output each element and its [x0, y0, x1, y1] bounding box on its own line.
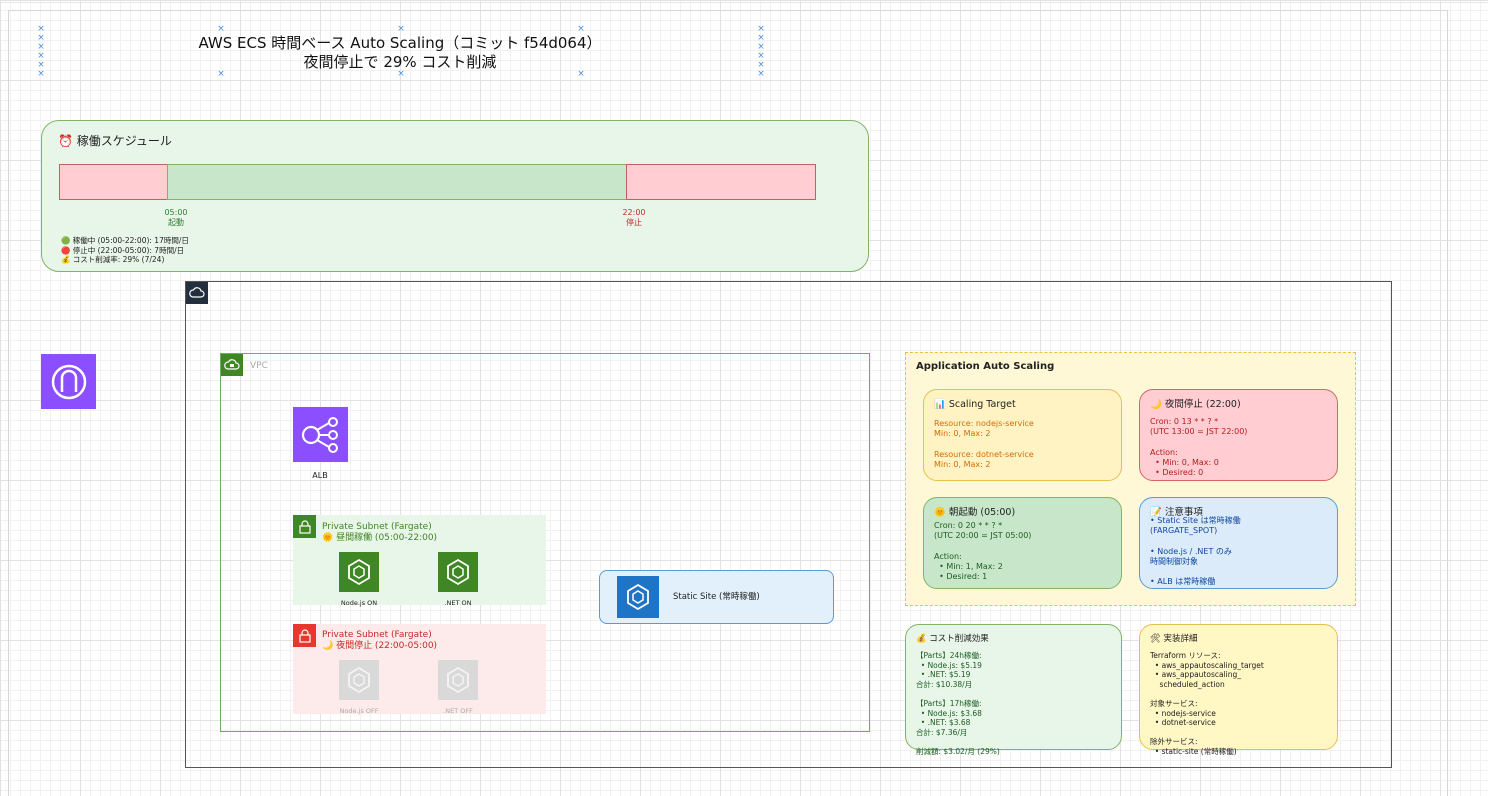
dotnet-off-label: .NET OFF: [443, 707, 473, 715]
night-stop-header: 🌙 夜間停止 (22:00): [1150, 399, 1241, 410]
morning-start-body: Cron: 0 20 * * ? * (UTC 20:00 = JST 05:00…: [934, 521, 1032, 582]
implementation-card[interactable]: 🛠 実装詳細 Terraform リソース: • aws_appautoscal…: [1139, 624, 1338, 756]
subnet-day-title: Private Subnet (Fargate) 🌞 昼間稼働 (05:00-2…: [322, 522, 437, 544]
static-site-icon: [617, 576, 659, 618]
legend-stopped: 🔴 停止中 (22:00-05:00): 7時間/日: [61, 245, 185, 255]
stopped-bar-early[interactable]: [59, 164, 168, 200]
cost-body: 【Parts】24h稼働: • Node.js: $5.19 • .NET: $…: [916, 651, 1000, 756]
schedule-legend: 🟢 稼働中 (05:00-22:00): 17時間/日 🔴 停止中 (22:00…: [61, 236, 189, 265]
nodejs-task-off-icon[interactable]: [339, 660, 379, 700]
diagram-title[interactable]: AWS ECS 時間ベース Auto Scaling（コミット f54d064）…: [150, 34, 650, 72]
start-label: 起動: [168, 218, 184, 227]
stopped-bar-late[interactable]: [626, 164, 816, 200]
impl-header: 🛠 実装詳細: [1150, 634, 1198, 644]
lock-icon: [293, 624, 316, 647]
lock-icon: [293, 515, 316, 538]
top-divider: [0, 2, 1488, 3]
subnet-day-name: Private Subnet (Fargate): [322, 522, 432, 532]
morning-start-card[interactable]: 🌞 朝起動 (05:00) Cron: 0 20 * * ? * (UTC 20:…: [923, 497, 1122, 589]
vpc-label: VPC: [250, 361, 268, 371]
cost-header: 💰 コスト削減効果: [916, 634, 989, 644]
title-line-2: 夜間停止で 29% コスト削減: [303, 53, 497, 71]
title-line-1: AWS ECS 時間ベース Auto Scaling（コミット f54d064）: [198, 34, 602, 52]
alb-label: ALB: [312, 471, 328, 480]
notes-body: • Static Site は常時稼働 (FARGATE_SPOT) • Node.…: [1150, 516, 1241, 587]
legend-running: 🟢 稼働中 (05:00-22:00): 17時間/日: [61, 236, 189, 245]
alb-icon[interactable]: [293, 407, 348, 462]
impl-body: Terraform リソース: • aws_appautoscaling_tar…: [1150, 651, 1264, 756]
stop-marker: 22:00 停止: [614, 208, 654, 228]
subnet-night-name: Private Subnet (Fargate): [322, 630, 432, 640]
subnet-night-subtitle: 🌙 夜間停止 (22:00-05:00): [322, 641, 438, 651]
notes-card[interactable]: 📝 注意事項 • Static Site は常時稼働 (FARGATE_SPOT)…: [1139, 497, 1338, 589]
dotnet-task-on-icon[interactable]: [438, 552, 478, 592]
schedule-header: ⏰ 稼働スケジュール: [58, 134, 172, 148]
stop-label: 停止: [626, 218, 642, 227]
night-stop-card[interactable]: 🌙 夜間停止 (22:00) Cron: 0 13 * * ? * (UTC 13…: [1139, 389, 1338, 481]
nodejs-off-label: Node.js OFF: [339, 707, 379, 715]
internet-gateway-icon[interactable]: [41, 354, 96, 409]
scaling-target-card[interactable]: 📊 Scaling Target Resource: nodejs-servic…: [923, 389, 1122, 481]
nodejs-task-on-icon[interactable]: [339, 552, 379, 592]
vpc-icon: [221, 354, 243, 376]
nodejs-on-label: Node.js ON: [340, 599, 378, 607]
stop-time: 22:00: [622, 208, 646, 217]
subnet-day-subtitle: 🌞 昼間稼働 (05:00-22:00): [322, 533, 438, 543]
running-bar[interactable]: [167, 164, 627, 200]
morning-start-header: 🌞 朝起動 (05:00): [934, 507, 1016, 518]
cost-savings-card[interactable]: 💰 コスト削減効果 【Parts】24h稼働: • Node.js: $5.19…: [905, 624, 1122, 756]
start-time: 05:00: [164, 208, 188, 217]
legend-savings: 💰 コスト削減率: 29% (7/24): [61, 255, 165, 265]
scaling-target-body: Resource: nodejs-service Min: 0, Max: 2 Re…: [934, 419, 1034, 469]
auto-scaling-title: Application Auto Scaling: [916, 361, 1055, 372]
aws-cloud-icon: [186, 282, 208, 304]
subnet-night-title: Private Subnet (Fargate) 🌙 夜間停止 (22:00-0…: [322, 630, 437, 652]
night-stop-body: Cron: 0 13 * * ? * (UTC 13:00 = JST 22:00…: [1150, 417, 1248, 478]
dotnet-task-off-icon[interactable]: [438, 660, 478, 700]
static-site-label: Static Site (常時稼働): [673, 592, 760, 602]
start-marker: 05:00 起動: [156, 208, 196, 228]
dotnet-on-label: .NET ON: [444, 599, 472, 607]
scaling-target-header: 📊 Scaling Target: [934, 399, 1016, 410]
